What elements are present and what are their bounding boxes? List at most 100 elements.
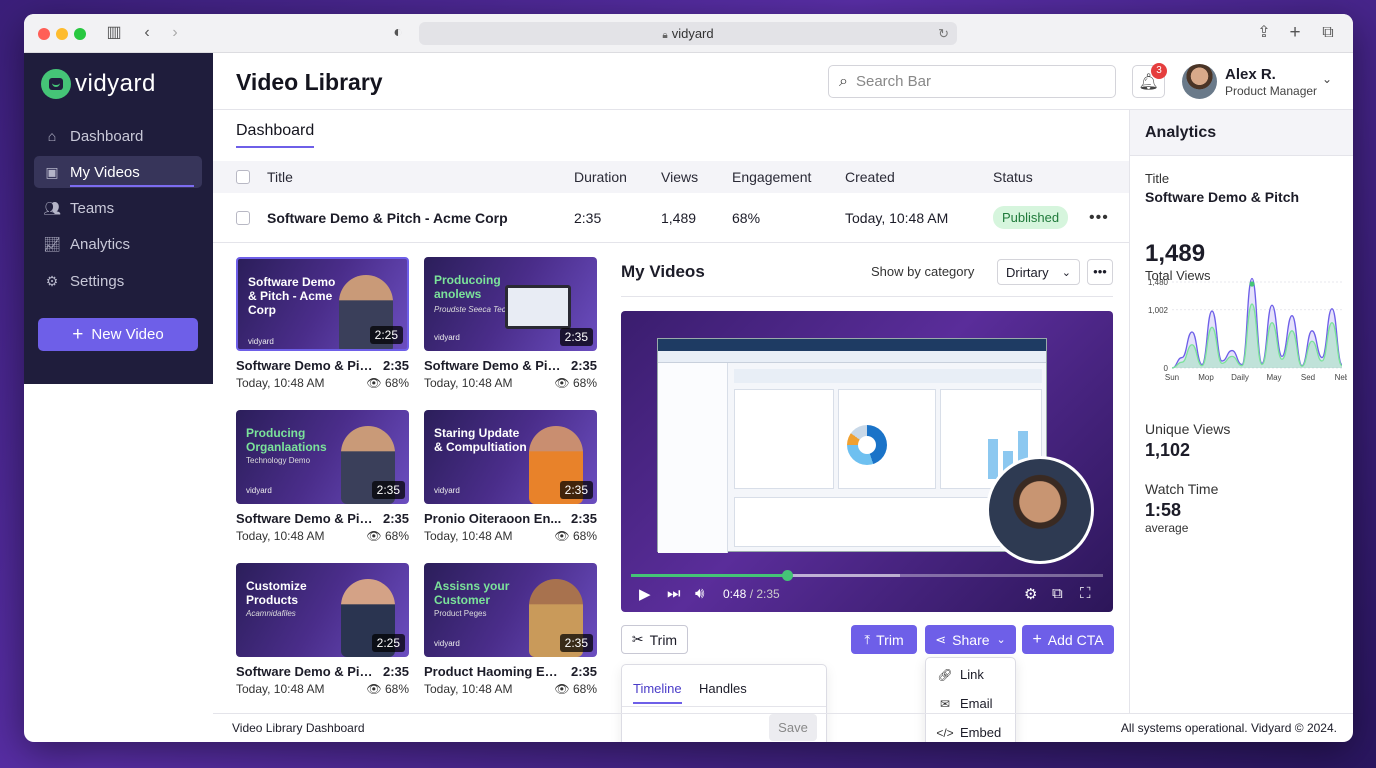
search-icon: ⌕ xyxy=(839,72,848,90)
row-duration: 2:35 xyxy=(574,209,602,226)
sidebar-item-teams[interactable]: 👥︎ Teams xyxy=(34,192,202,224)
back-icon[interactable]: ‹ xyxy=(137,23,157,43)
engagement-value: 68% xyxy=(384,376,409,390)
tab-overview-icon[interactable]: ⧉ xyxy=(1318,23,1338,43)
row-more-icon[interactable]: ••• xyxy=(1089,193,1109,242)
user-name[interactable]: Alex R. xyxy=(1225,66,1276,83)
thumbnail-brand: vidyard xyxy=(434,333,460,342)
sidebar-item-my-videos[interactable]: ▣ My Videos xyxy=(34,156,202,188)
row-title[interactable]: Software Demo & Pitch - Acme Corp xyxy=(267,193,508,242)
analytics-title-label: Title xyxy=(1145,171,1170,186)
video-title[interactable]: Software Demo & Pitc... xyxy=(236,511,374,526)
volume-icon[interactable]: 🔊︎ xyxy=(695,585,704,602)
minimize-window-button[interactable] xyxy=(56,28,68,40)
crm-nav xyxy=(658,351,1046,363)
tab-timeline[interactable]: Timeline xyxy=(633,681,682,704)
scrubber-handle[interactable] xyxy=(781,570,793,581)
search-input[interactable]: ⌕ Search Bar xyxy=(828,65,1116,98)
column-duration[interactable]: Duration xyxy=(574,161,627,193)
pip-icon[interactable]: ⧉ xyxy=(1052,585,1063,602)
tab-dashboard[interactable]: Dashboard xyxy=(236,122,315,148)
column-engagement[interactable]: Engagement xyxy=(732,161,811,193)
progress-bar[interactable] xyxy=(631,570,1103,581)
sidebar-item-analytics[interactable]: 📈︎ Analytics xyxy=(34,228,202,260)
video-thumbnail[interactable]: Assisns your Customer Product Peges vidy… xyxy=(424,563,597,657)
vidyard-logo-icon xyxy=(41,69,71,99)
video-thumbnail[interactable]: Producoing anolews Proudste Seeca Techno… xyxy=(424,257,597,351)
share-page-icon[interactable]: ⇪ xyxy=(1254,23,1274,43)
new-video-button[interactable]: + New Video xyxy=(38,318,198,351)
sidebar-item-label: Settings xyxy=(70,272,125,290)
share-button[interactable]: ⋖ Share ⌄ xyxy=(925,625,1016,654)
video-card[interactable]: Customize Products Acamnidafiles 2:25 So… xyxy=(236,563,409,703)
video-title[interactable]: Software Demo & Pit... xyxy=(424,358,562,373)
video-title[interactable]: Pronio Oiteraoon En... xyxy=(424,511,562,526)
chart-y-tick: 1,480 xyxy=(1148,278,1169,287)
trim-tool-button[interactable]: ✂ Trim xyxy=(621,625,688,654)
video-date: Today, 10:48 AM xyxy=(236,682,325,696)
chevron-down-icon[interactable]: ⌄ xyxy=(1322,72,1332,86)
status-badge-cell: Published xyxy=(993,193,1069,242)
video-thumbnail[interactable]: Software Demo & Pitch - Acme Corp vidyar… xyxy=(236,257,409,351)
video-card[interactable]: Producing Organlaations Technology Demo … xyxy=(236,410,409,550)
video-thumbnail[interactable]: Producing Organlaations Technology Demo … xyxy=(236,410,409,504)
video-card[interactable]: Software Demo & Pitch - Acme Corp vidyar… xyxy=(236,257,409,397)
video-icon: ▣ xyxy=(45,163,59,180)
my-videos-title: My Videos xyxy=(621,262,705,281)
share-email-item[interactable]: ✉ Email xyxy=(936,696,993,711)
current-time: 0:48 xyxy=(723,587,747,601)
search-placeholder: Search Bar xyxy=(855,73,932,90)
page-title: Video Library xyxy=(236,69,383,95)
email-icon: ✉ xyxy=(939,696,951,711)
watch-time-sub: average xyxy=(1145,521,1189,535)
column-created[interactable]: Created xyxy=(845,161,895,193)
next-icon[interactable]: ⏭︎ xyxy=(667,585,681,602)
video-thumbnail[interactable]: Staring Update & Compultiation vidyard 2… xyxy=(424,410,597,504)
table-row[interactable]: Software Demo & Pitch - Acme Corp 2:35 1… xyxy=(213,193,1129,243)
thumbnail-title: Software Demo & Pitch - Acme Corp xyxy=(248,275,336,317)
settings-icon[interactable]: ⚙ xyxy=(1024,585,1037,603)
vidyard-logo[interactable]: vidyard xyxy=(41,67,156,101)
video-player[interactable]: ▶ ⏭︎ 🔊︎ 0:48 / 2:35 ⚙ ⧉ ⛶ xyxy=(621,311,1113,612)
maximize-window-button[interactable] xyxy=(74,28,86,40)
close-window-button[interactable] xyxy=(38,28,50,40)
reload-icon[interactable]: ↻ xyxy=(938,22,949,45)
row-checkbox[interactable] xyxy=(236,211,250,225)
video-card[interactable]: Staring Update & Compultiation vidyard 2… xyxy=(424,410,597,550)
video-title[interactable]: Product Haoming En... xyxy=(424,664,562,679)
row-views: 1,489 xyxy=(661,209,697,226)
new-tab-icon[interactable]: + xyxy=(1285,23,1305,43)
sidebar-toggle-icon[interactable]: ▥ xyxy=(104,23,124,43)
trim-button[interactable]: ⤒ Trim xyxy=(851,625,917,654)
video-card[interactable]: Assisns your Customer Product Peges vidy… xyxy=(424,563,597,703)
sidebar-item-settings[interactable]: ⚙ Settings xyxy=(34,265,202,297)
address-bar[interactable]: 🔒︎ vidyard ↻ xyxy=(419,22,957,45)
chart-x-tick: Daily xyxy=(1231,373,1249,382)
row-engagement: 68% xyxy=(732,209,761,226)
fullscreen-icon[interactable]: ⛶ xyxy=(1080,585,1091,602)
video-thumbnail[interactable]: Customize Products Acamnidafiles 2:25 xyxy=(236,563,409,657)
column-status[interactable]: Status xyxy=(993,161,1033,193)
video-title[interactable]: Software Demo & Pit... xyxy=(236,358,374,373)
play-icon[interactable]: ▶ xyxy=(639,585,651,603)
column-title[interactable]: Title xyxy=(267,161,293,193)
video-title[interactable]: Software Demo & Pitc... xyxy=(236,664,374,679)
share-link-item[interactable]: 🔗︎ Link xyxy=(936,667,983,682)
engagement-value: 68% xyxy=(572,529,597,543)
tab-handles[interactable]: Handles xyxy=(699,681,747,696)
add-cta-button[interactable]: + Add CTA xyxy=(1022,625,1114,654)
chart-x-tick: Sun xyxy=(1165,373,1179,382)
thumbnail-title: Customize Products xyxy=(246,579,307,607)
engagement-value: 68% xyxy=(384,529,409,543)
video-engagement: 👁︎ 68% xyxy=(366,529,409,543)
shield-icon[interactable]: ◐ xyxy=(388,23,408,43)
column-views[interactable]: Views xyxy=(661,161,698,193)
video-card[interactable]: Producoing anolews Proudste Seeca Techno… xyxy=(424,257,597,397)
select-all-checkbox[interactable] xyxy=(236,170,250,184)
forward-icon[interactable]: › xyxy=(165,23,185,43)
sidebar-item-dashboard[interactable]: ⌂ Dashboard xyxy=(34,120,202,152)
avatar[interactable] xyxy=(1182,64,1217,99)
category-select[interactable]: Drirtary ⌄ xyxy=(997,259,1080,285)
more-options-button[interactable]: ••• xyxy=(1087,259,1113,285)
thumbnail-subtitle: Acamnidafiles xyxy=(246,609,296,618)
